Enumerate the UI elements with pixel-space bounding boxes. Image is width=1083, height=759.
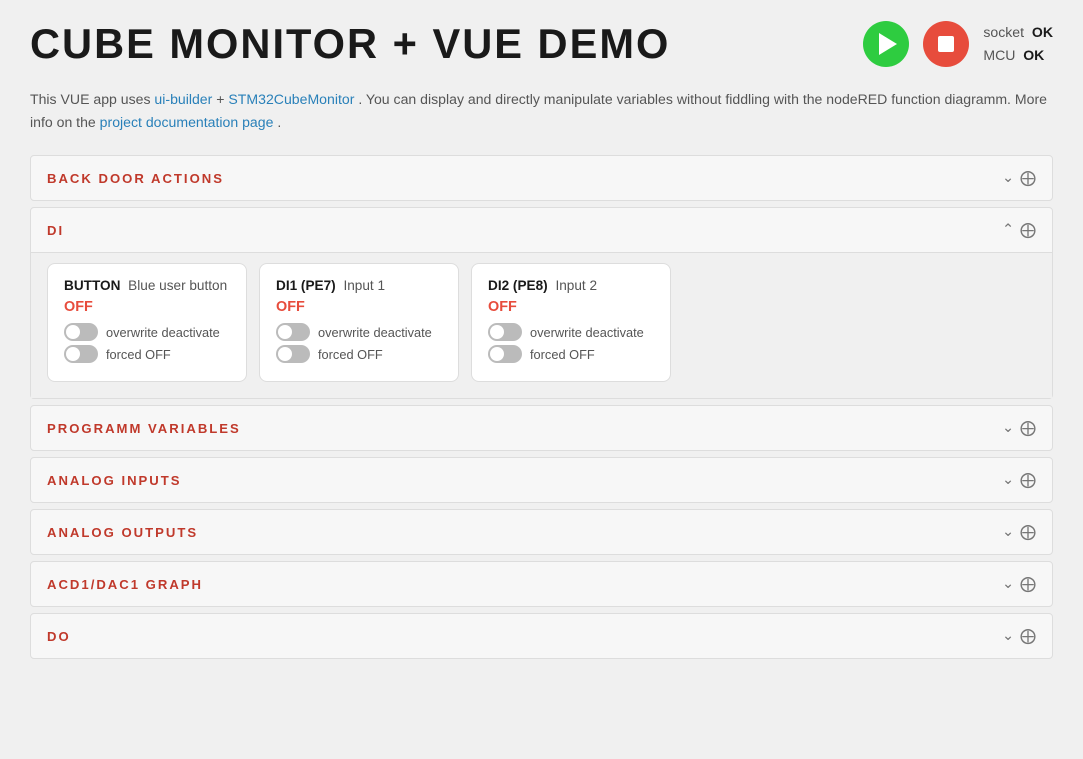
intro-text-post: .: [277, 114, 281, 130]
app-title: CUBE MONITOR + VUE DEMO: [30, 20, 670, 68]
section-acd1-dac1-graph: ACD1/DAC1 GRAPH ⌄ ⨁: [30, 561, 1053, 607]
section-di-body: BUTTON Blue user button OFF overwrite de…: [31, 252, 1052, 398]
section-back-door-actions: BACK DOOR ACTIONS ⌄ ⨁: [30, 155, 1053, 201]
chevron-down-icon: ⌄: [1002, 170, 1014, 186]
di-card-di1-overwrite-row: overwrite deactivate: [276, 323, 442, 341]
overwrite-deactivate-toggle[interactable]: [64, 323, 98, 341]
di-card-di1-label: DI1 (PE7): [276, 278, 336, 293]
header-status: socket OK MCU OK: [863, 21, 1053, 67]
di1-forced-off-toggle[interactable]: [276, 345, 310, 363]
section-do-icons: ⌄ ⨁: [1002, 626, 1036, 646]
socket-label: socket: [983, 24, 1024, 40]
play-button[interactable]: [863, 21, 909, 67]
section-back-door-actions-icons: ⌄ ⨁: [1002, 168, 1036, 188]
intro-text-pre: This VUE app uses: [30, 91, 154, 107]
di1-forced-off-label: forced OFF: [318, 347, 383, 362]
di-card-button-forced-row: forced OFF: [64, 345, 230, 363]
intro-text-mid1: +: [216, 91, 228, 107]
section-back-door-actions-header[interactable]: BACK DOOR ACTIONS ⌄ ⨁: [31, 156, 1052, 200]
section-do: DO ⌄ ⨁: [30, 613, 1053, 659]
move-icon: ⨁: [1020, 168, 1036, 188]
section-do-title: DO: [47, 629, 71, 644]
section-di-title: DI: [47, 223, 64, 238]
di-card-di2-sublabel: Input 2: [555, 278, 597, 293]
move-icon: ⨁: [1020, 522, 1036, 542]
di1-overwrite-deactivate-label: overwrite deactivate: [318, 325, 432, 340]
di-card-button-status: OFF: [64, 299, 230, 315]
ui-builder-link[interactable]: ui-builder: [154, 91, 212, 107]
di-cards-container: BUTTON Blue user button OFF overwrite de…: [47, 263, 1036, 382]
move-icon: ⨁: [1020, 470, 1036, 490]
di2-forced-off-label: forced OFF: [530, 347, 595, 362]
di1-overwrite-deactivate-toggle[interactable]: [276, 323, 310, 341]
di2-forced-off-toggle[interactable]: [488, 345, 522, 363]
di-card-di2-forced-row: forced OFF: [488, 345, 654, 363]
stop-button[interactable]: [923, 21, 969, 67]
section-di-icons: ⌃ ⨁: [1002, 220, 1036, 240]
socket-status: OK: [1032, 24, 1053, 40]
section-di-header[interactable]: DI ⌃ ⨁: [31, 208, 1052, 252]
section-analog-inputs-header[interactable]: ANALOG INPUTS ⌄ ⨁: [31, 458, 1052, 502]
di-card-button-overwrite-row: overwrite deactivate: [64, 323, 230, 341]
section-programm-variables-header[interactable]: PROGRAMM VARIABLES ⌄ ⨁: [31, 406, 1052, 450]
di-card-button-title: BUTTON Blue user button: [64, 278, 230, 293]
connection-status: socket OK MCU OK: [983, 21, 1053, 66]
section-analog-inputs-title: ANALOG INPUTS: [47, 473, 182, 488]
chevron-down-icon: ⌄: [1002, 628, 1014, 644]
move-icon: ⨁: [1020, 626, 1036, 646]
mcu-status: OK: [1023, 47, 1044, 63]
section-programm-variables: PROGRAMM VARIABLES ⌄ ⨁: [30, 405, 1053, 451]
section-analog-inputs-icons: ⌄ ⨁: [1002, 470, 1036, 490]
section-do-header[interactable]: DO ⌄ ⨁: [31, 614, 1052, 658]
di-card-di1-sublabel: Input 1: [343, 278, 385, 293]
chevron-down-icon: ⌄: [1002, 420, 1014, 436]
di2-overwrite-deactivate-toggle[interactable]: [488, 323, 522, 341]
app-header: CUBE MONITOR + VUE DEMO socket OK MCU OK: [30, 20, 1053, 68]
di-card-di1-status: OFF: [276, 299, 442, 315]
forced-off-toggle[interactable]: [64, 345, 98, 363]
section-programm-variables-icons: ⌄ ⨁: [1002, 418, 1036, 438]
overwrite-deactivate-label: overwrite deactivate: [106, 325, 220, 340]
di-card-di2-title: DI2 (PE8) Input 2: [488, 278, 654, 293]
di-card-di2-overwrite-row: overwrite deactivate: [488, 323, 654, 341]
di-card-di1-title: DI1 (PE7) Input 1: [276, 278, 442, 293]
section-di: DI ⌃ ⨁ BUTTON Blue user button OFF over: [30, 207, 1053, 399]
move-icon: ⨁: [1020, 574, 1036, 594]
section-analog-inputs: ANALOG INPUTS ⌄ ⨁: [30, 457, 1053, 503]
section-analog-outputs-header[interactable]: ANALOG OUTPUTS ⌄ ⨁: [31, 510, 1052, 554]
di-card-button: BUTTON Blue user button OFF overwrite de…: [47, 263, 247, 382]
move-icon: ⨁: [1020, 418, 1036, 438]
di-card-di1-forced-row: forced OFF: [276, 345, 442, 363]
project-doc-link[interactable]: project documentation page: [100, 114, 274, 130]
stm32-link[interactable]: STM32CubeMonitor: [228, 91, 354, 107]
chevron-down-icon: ⌄: [1002, 576, 1014, 592]
chevron-down-icon: ⌄: [1002, 472, 1014, 488]
di-card-button-label: BUTTON: [64, 278, 120, 293]
mcu-label: MCU: [983, 47, 1015, 63]
section-programm-variables-title: PROGRAMM VARIABLES: [47, 421, 241, 436]
di-card-button-sublabel: Blue user button: [128, 278, 227, 293]
di2-overwrite-deactivate-label: overwrite deactivate: [530, 325, 644, 340]
section-acd1-dac1-graph-title: ACD1/DAC1 GRAPH: [47, 577, 203, 592]
di-card-di2: DI2 (PE8) Input 2 OFF overwrite deactiva…: [471, 263, 671, 382]
forced-off-label: forced OFF: [106, 347, 171, 362]
di-card-di2-status: OFF: [488, 299, 654, 315]
section-acd1-dac1-graph-header[interactable]: ACD1/DAC1 GRAPH ⌄ ⨁: [31, 562, 1052, 606]
di-card-di1: DI1 (PE7) Input 1 OFF overwrite deactiva…: [259, 263, 459, 382]
move-icon: ⨁: [1020, 220, 1036, 240]
section-analog-outputs-icons: ⌄ ⨁: [1002, 522, 1036, 542]
section-acd1-dac1-graph-icons: ⌄ ⨁: [1002, 574, 1036, 594]
section-analog-outputs: ANALOG OUTPUTS ⌄ ⨁: [30, 509, 1053, 555]
intro-text: This VUE app uses ui-builder + STM32Cube…: [30, 88, 1053, 133]
chevron-down-icon: ⌄: [1002, 524, 1014, 540]
chevron-up-icon: ⌃: [1002, 222, 1014, 238]
section-analog-outputs-title: ANALOG OUTPUTS: [47, 525, 198, 540]
di-card-di2-label: DI2 (PE8): [488, 278, 548, 293]
section-back-door-actions-title: BACK DOOR ACTIONS: [47, 171, 224, 186]
